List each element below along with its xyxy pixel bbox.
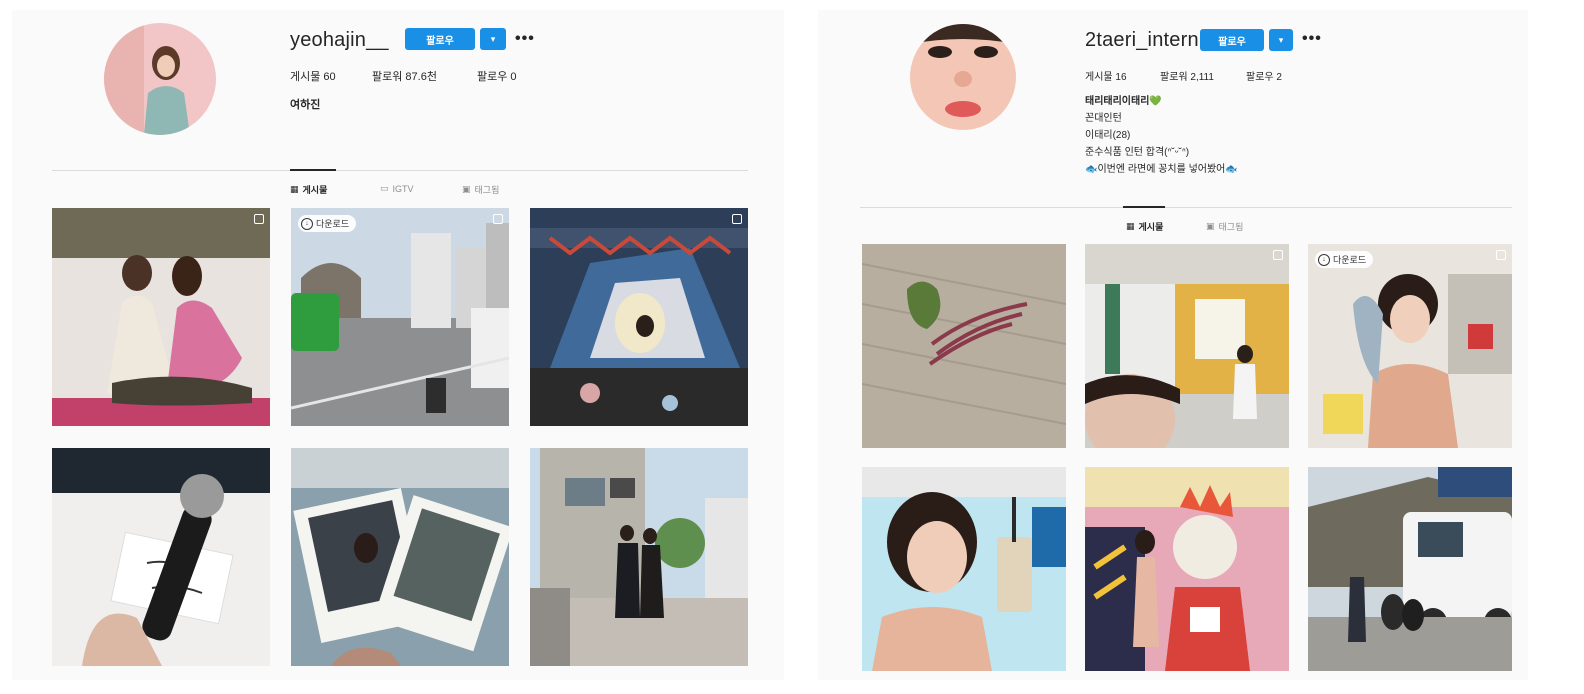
profile-avatar[interactable] (104, 23, 216, 135)
username: yeohajin__ (290, 29, 389, 51)
profile-name: 태리태리이태리💚 (1085, 96, 1162, 107)
profile-name: 여하진 (290, 99, 321, 111)
post-thumbnail[interactable]: ↓ 다운로드 (1308, 244, 1512, 448)
profile-avatar[interactable] (910, 24, 1016, 130)
tag-icon: ▣ (462, 184, 471, 194)
post-thumbnail[interactable] (1308, 467, 1512, 671)
bio-line: 준수식품 인턴 합격(ᐢ˘ᵕ˘ᐢ) (1085, 147, 1190, 158)
bio-line: 이태리(28) (1085, 130, 1131, 141)
multiple-photos-icon (1273, 250, 1283, 260)
multiple-photos-icon (493, 214, 503, 224)
following-count[interactable]: 팔로우 0 (477, 68, 517, 84)
download-badge[interactable]: ↓ 다운로드 (1315, 251, 1374, 268)
more-options-icon[interactable]: ••• (1302, 30, 1322, 48)
post-thumbnail[interactable] (862, 244, 1066, 448)
tabs-divider (52, 170, 748, 171)
multiple-photos-icon (254, 214, 264, 224)
tv-icon: ▭ (380, 183, 389, 193)
multiple-photos-icon (732, 214, 742, 224)
download-badge-label: 다운로드 (1333, 255, 1367, 265)
tab-tagged[interactable]: ▣ 태그됨 (462, 183, 499, 196)
tab-igtv-label: IGTV (392, 183, 414, 194)
post-thumbnail[interactable] (530, 448, 748, 666)
username: 2taeri_intern (1085, 29, 1199, 51)
tab-posts[interactable]: ▦ 게시물 (1126, 220, 1163, 233)
active-tab-indicator (1123, 206, 1165, 208)
chevron-down-icon[interactable]: ▾ (480, 28, 506, 50)
download-badge[interactable]: ↓ 다운로드 (298, 215, 357, 232)
post-thumbnail[interactable] (52, 208, 270, 426)
download-icon: ↓ (1318, 253, 1330, 266)
tabs-divider (860, 207, 1512, 208)
tab-posts-label: 게시물 (302, 185, 328, 195)
post-thumbnail[interactable] (1085, 244, 1289, 448)
download-icon: ↓ (301, 217, 313, 230)
more-options-icon[interactable]: ••• (515, 30, 535, 48)
bio: 태리태리이태리💚 꼰대인턴 이태리(28) 준수식품 인턴 합격(ᐢ˘ᵕ˘ᐢ) … (1085, 93, 1238, 178)
followers-count[interactable]: 팔로워 2,111 (1160, 68, 1214, 83)
tab-posts[interactable]: ▦ 게시물 (290, 183, 327, 196)
followers-count[interactable]: 팔로워 87.6천 (372, 68, 437, 84)
bio-line: 🐟이번엔 라면에 꽁치를 넣어봤어🐟 (1085, 164, 1238, 175)
follow-button[interactable]: 팔로우 (405, 28, 475, 50)
profile-panel-right: 2taeri_intern 팔로우 ▾ ••• 게시물 16 팔로워 2,111… (818, 10, 1528, 680)
posts-count[interactable]: 게시물 16 (1085, 68, 1127, 83)
tab-tagged[interactable]: ▣ 태그됨 (1206, 220, 1243, 233)
download-badge-label: 다운로드 (316, 219, 350, 229)
tab-tagged-label: 태그됨 (474, 185, 500, 195)
tab-tagged-label: 태그됨 (1218, 222, 1244, 232)
profile-panel-left: yeohajin__ 팔로우 ▾ ••• 게시물 60 팔로워 87.6천 팔로… (12, 10, 784, 680)
post-thumbnail[interactable]: ↓ 다운로드 (291, 208, 509, 426)
tab-posts-label: 게시물 (1138, 222, 1164, 232)
tab-igtv[interactable]: ▭ IGTV (380, 183, 414, 194)
posts-count[interactable]: 게시물 60 (290, 68, 336, 84)
multiple-photos-icon (1496, 250, 1506, 260)
grid-icon: ▦ (290, 184, 299, 194)
grid-icon: ▦ (1126, 221, 1135, 231)
post-thumbnail[interactable] (291, 448, 509, 666)
post-thumbnail[interactable] (52, 448, 270, 666)
active-tab-indicator (290, 169, 336, 171)
post-thumbnail[interactable] (1085, 467, 1289, 671)
following-count[interactable]: 팔로우 2 (1246, 68, 1282, 83)
tag-icon: ▣ (1206, 221, 1215, 231)
follow-button[interactable]: 팔로우 (1200, 29, 1264, 51)
bio-line: 꼰대인턴 (1085, 113, 1122, 124)
post-thumbnail[interactable] (530, 208, 748, 426)
post-thumbnail[interactable] (862, 467, 1066, 671)
chevron-down-icon[interactable]: ▾ (1269, 29, 1293, 51)
